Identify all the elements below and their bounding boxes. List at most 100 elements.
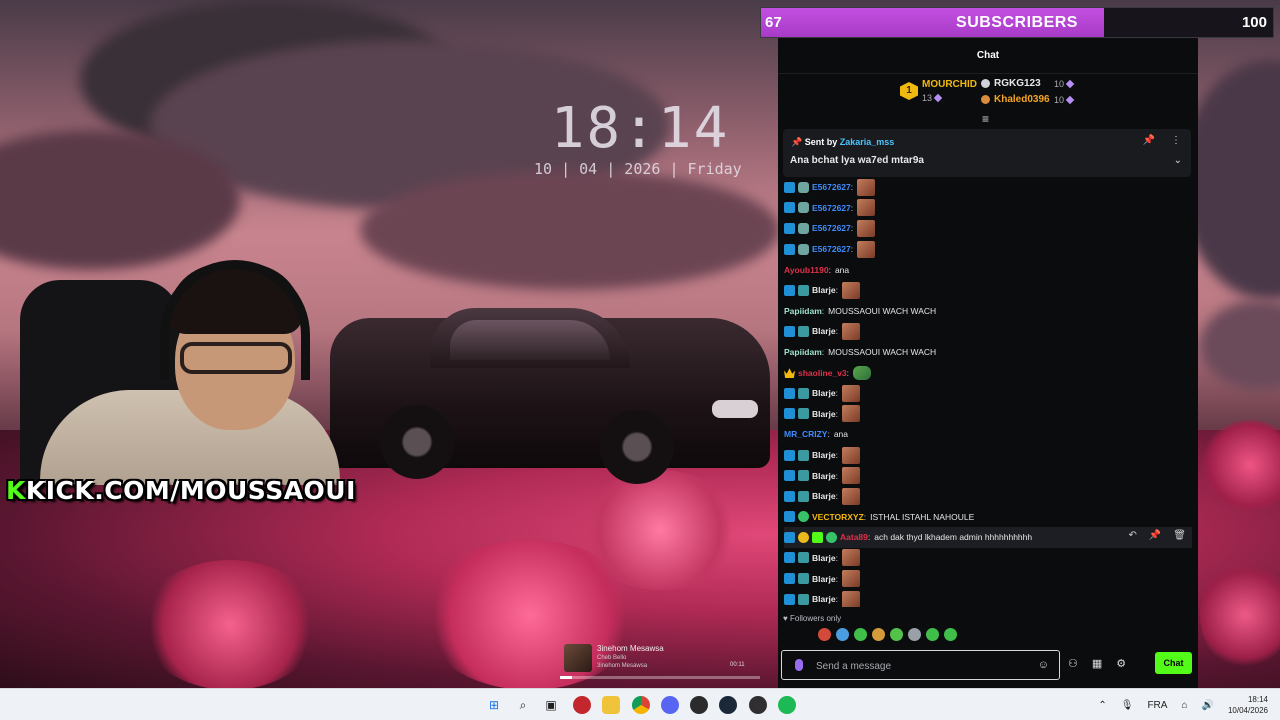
- chat-message[interactable]: E5672627:: [784, 239, 1192, 260]
- emote-icon: [842, 281, 860, 299]
- leaderboard-name[interactable]: Khaled0396: [994, 94, 1050, 105]
- chat-message[interactable]: Blarje:: [784, 568, 1192, 589]
- reply-icon[interactable]: ↶: [1128, 530, 1136, 541]
- emote-icon[interactable]: [926, 628, 939, 641]
- emote-icon: [857, 178, 876, 196]
- chat-username[interactable]: Blarje: [812, 553, 836, 563]
- system-clock[interactable]: 18:14 10/04/2026: [1228, 694, 1268, 716]
- chat-message[interactable]: Blarje:: [784, 486, 1192, 507]
- emote-icon[interactable]: [836, 628, 849, 641]
- leaderboard-count: 10: [1054, 95, 1075, 105]
- microphone-icon[interactable]: [795, 659, 803, 671]
- chat-message[interactable]: Papiidam: MOUSSAOUI WACH WACH: [784, 301, 1192, 322]
- chat-username[interactable]: MR_CRIZY: [784, 429, 827, 439]
- chat-username[interactable]: E5672627: [812, 223, 851, 233]
- chat-username[interactable]: Aata89: [840, 532, 868, 542]
- emote-icon[interactable]: [908, 628, 921, 641]
- delete-icon[interactable]: 🗑: [1173, 530, 1186, 541]
- vip-badge-icon: [784, 449, 795, 461]
- chat-message[interactable]: Aata89: ach dak thyd lkhadem admin hhhhhh…: [784, 527, 1192, 548]
- moderator-badge-icon: [798, 284, 809, 296]
- leaderboard-name[interactable]: RGKG123: [994, 78, 1041, 89]
- emote-icon[interactable]: [944, 628, 957, 641]
- chat-text: MOUSSAOUI WACH WACH: [828, 305, 937, 316]
- chat-message[interactable]: E5672627:: [784, 218, 1192, 239]
- chat-separator: :: [835, 388, 838, 399]
- volume-icon[interactable]: 🔊: [1202, 700, 1214, 711]
- vip-badge-icon: [784, 511, 795, 523]
- leaderboard-count: 13: [922, 93, 943, 103]
- chat-username[interactable]: shaoline_v3: [798, 368, 847, 378]
- chat-message[interactable]: Blarje:: [784, 548, 1192, 569]
- emote-icon[interactable]: [872, 628, 885, 641]
- settings-icon[interactable]: ⚙: [1116, 657, 1126, 670]
- chat-username[interactable]: Blarje: [812, 450, 836, 460]
- unpin-icon[interactable]: 📌: [1143, 135, 1155, 146]
- more-options-icon[interactable]: ⋮: [1171, 135, 1181, 146]
- chat-username[interactable]: E5672627: [812, 203, 851, 213]
- chat-username[interactable]: Blarje: [812, 574, 836, 584]
- chat-username[interactable]: Blarje: [812, 326, 836, 336]
- chat-username[interactable]: E5672627: [812, 244, 851, 254]
- microphone-tray-icon[interactable]: 🎙: [1121, 700, 1134, 711]
- chat-message[interactable]: Ayoub1190: ana: [784, 259, 1192, 280]
- steam-icon[interactable]: [719, 696, 737, 714]
- emote-icon[interactable]: [890, 628, 903, 641]
- chat-message[interactable]: Blarje:: [784, 383, 1192, 404]
- chat-username[interactable]: VECTORXYZ: [812, 512, 864, 522]
- pin-icon[interactable]: 📌: [1149, 530, 1161, 541]
- discord-icon[interactable]: [661, 696, 679, 714]
- emoji-picker-icon[interactable]: ☺: [1038, 659, 1049, 671]
- chat-message[interactable]: Blarje:: [784, 465, 1192, 486]
- chat-message[interactable]: E5672627:: [784, 177, 1192, 198]
- chat-message[interactable]: Blarje:: [784, 404, 1192, 425]
- chat-message[interactable]: Blarje:: [784, 445, 1192, 466]
- emote-icon[interactable]: [818, 628, 831, 641]
- chat-message[interactable]: Blarje:: [784, 589, 1192, 607]
- chat-username[interactable]: Papiidam: [784, 306, 822, 316]
- chat-username[interactable]: Blarje: [812, 409, 836, 419]
- chat-message[interactable]: VECTORXYZ: ISTHAL ISTAHL NAHOULE: [784, 507, 1192, 528]
- obs-icon[interactable]: [749, 696, 767, 714]
- app-g-icon[interactable]: [690, 696, 708, 714]
- chat-username[interactable]: Blarje: [812, 491, 836, 501]
- channel-url: KICK.COM/MOUSSAOUI: [25, 476, 356, 505]
- chat-username[interactable]: Blarje: [812, 471, 836, 481]
- chat-username[interactable]: Blarje: [812, 388, 836, 398]
- chat-message[interactable]: Papiidam: MOUSSAOUI WACH WACH: [784, 342, 1192, 363]
- chrome-icon[interactable]: [632, 696, 650, 714]
- task-view-icon[interactable]: ▣: [542, 696, 560, 714]
- chat-username[interactable]: Papiidam: [784, 347, 822, 357]
- users-icon[interactable]: ⚇: [1068, 657, 1078, 670]
- chat-separator: :: [835, 594, 838, 605]
- spotify-icon[interactable]: [778, 696, 796, 714]
- chat-text: MOUSSAOUI WACH WACH: [828, 347, 937, 358]
- chevron-down-icon[interactable]: ⌄: [1174, 155, 1182, 166]
- chat-message[interactable]: MR_CRIZY: ana: [784, 424, 1192, 445]
- chat-message[interactable]: Blarje:: [784, 280, 1192, 301]
- search-icon[interactable]: ⌕: [514, 696, 532, 714]
- chat-message[interactable]: Blarje:: [784, 321, 1192, 342]
- chat-message-input[interactable]: [816, 657, 1036, 675]
- pinned-author[interactable]: Zakaria_mss: [840, 137, 895, 147]
- gift-icon[interactable]: ▦: [1092, 657, 1102, 670]
- app-red-icon[interactable]: [573, 696, 591, 714]
- windows-start-icon[interactable]: ⊞: [485, 696, 503, 714]
- chat-username[interactable]: Blarje: [812, 594, 836, 604]
- send-chat-button[interactable]: Chat: [1155, 652, 1192, 674]
- chat-username[interactable]: E5672627: [812, 182, 851, 192]
- chat-username[interactable]: Ayoub1190: [784, 265, 829, 275]
- emote-icon[interactable]: [854, 628, 867, 641]
- chevron-up-icon[interactable]: ⌃: [1098, 700, 1106, 711]
- chat-separator: :: [835, 285, 838, 296]
- leaderboard-name[interactable]: MOURCHID: [922, 79, 977, 90]
- chat-username[interactable]: Blarje: [812, 285, 836, 295]
- language-indicator[interactable]: FRA: [1147, 700, 1167, 711]
- file-explorer-icon[interactable]: [602, 696, 620, 714]
- chat-message[interactable]: E5672627:: [784, 198, 1192, 219]
- leaderboard-collapse-icon[interactable]: ≡: [982, 112, 989, 126]
- chat-separator: :: [835, 408, 838, 419]
- network-icon[interactable]: ⌂: [1181, 700, 1187, 711]
- overlay-clock-time: 18:14: [550, 96, 730, 161]
- chat-message[interactable]: shaoline_v3:: [784, 362, 1192, 383]
